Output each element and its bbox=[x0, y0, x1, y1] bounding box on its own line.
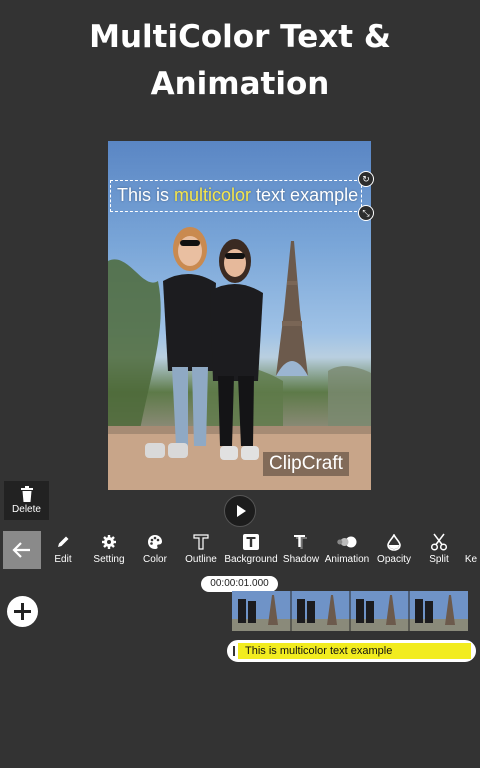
palette-icon bbox=[148, 535, 162, 549]
tool-opacity-label: Opacity bbox=[377, 554, 411, 565]
trash-icon bbox=[20, 486, 33, 502]
add-layer-button[interactable] bbox=[7, 596, 38, 627]
overlay-text-part-1: This is bbox=[117, 185, 175, 205]
text-background-icon bbox=[243, 534, 259, 550]
tool-setting-label: Setting bbox=[93, 554, 125, 565]
headline-line-1: MultiColor Text & bbox=[89, 19, 391, 55]
tool-color-label: Color bbox=[143, 554, 167, 565]
pencil-icon bbox=[58, 536, 69, 547]
tool-background[interactable]: Background bbox=[222, 531, 280, 571]
tool-shadow[interactable]: Shadow bbox=[282, 531, 320, 571]
plus-icon bbox=[14, 603, 31, 620]
text-shadow-icon bbox=[294, 535, 307, 549]
text-clip-track[interactable]: This is multicolor text example bbox=[227, 640, 476, 662]
play-button[interactable] bbox=[224, 495, 256, 527]
tool-color[interactable]: Color bbox=[137, 531, 173, 571]
tool-animation[interactable]: Animation bbox=[322, 531, 372, 571]
multicolor-text-overlay[interactable]: This is multicolor text example bbox=[117, 185, 358, 206]
tool-opacity[interactable]: Opacity bbox=[374, 531, 414, 571]
scissors-icon bbox=[430, 533, 448, 551]
tool-outline-label: Outline bbox=[185, 554, 217, 565]
tool-keyframe[interactable]: Ke bbox=[462, 531, 480, 571]
video-clip-track[interactable] bbox=[232, 591, 468, 631]
tool-split-label: Split bbox=[429, 554, 449, 565]
tool-background-label: Background bbox=[224, 554, 278, 565]
tool-shadow-label: Shadow bbox=[282, 554, 320, 565]
tool-outline[interactable]: Outline bbox=[182, 531, 220, 571]
text-clip-trim-handle[interactable] bbox=[233, 646, 235, 656]
tool-split[interactable]: Split bbox=[422, 531, 456, 571]
text-outline-icon bbox=[193, 534, 209, 550]
drop-icon bbox=[387, 533, 401, 551]
text-tools-toolbar: Edit Setting Color Outline Background Sh… bbox=[0, 531, 480, 571]
watermark-label: ClipCraft bbox=[263, 452, 349, 476]
tool-keyframe-label: Ke bbox=[464, 554, 478, 565]
tool-edit[interactable]: Edit bbox=[46, 531, 80, 571]
headline-line-2: Animation bbox=[150, 66, 330, 102]
tool-setting[interactable]: Setting bbox=[89, 531, 129, 571]
animation-icon bbox=[337, 536, 357, 548]
delete-button[interactable]: Delete bbox=[4, 481, 49, 520]
tool-animation-label: Animation bbox=[324, 554, 370, 565]
play-icon bbox=[237, 505, 246, 517]
text-clip-label: This is multicolor text example bbox=[245, 645, 393, 657]
overlay-text-highlight: multicolor bbox=[174, 185, 252, 205]
overlay-text-part-2: text example bbox=[251, 185, 359, 205]
video-thumbnails bbox=[232, 591, 468, 631]
promo-headline: MultiColor Text & Animation bbox=[0, 14, 480, 108]
timeline-time-display: 00:00:01.000 bbox=[201, 576, 278, 592]
tool-edit-label: Edit bbox=[54, 554, 72, 565]
delete-label: Delete bbox=[12, 504, 41, 515]
gear-icon bbox=[102, 535, 116, 549]
rotate-handle-icon[interactable]: ↻ bbox=[358, 171, 374, 187]
resize-handle-icon[interactable]: ⤡ bbox=[358, 205, 374, 221]
